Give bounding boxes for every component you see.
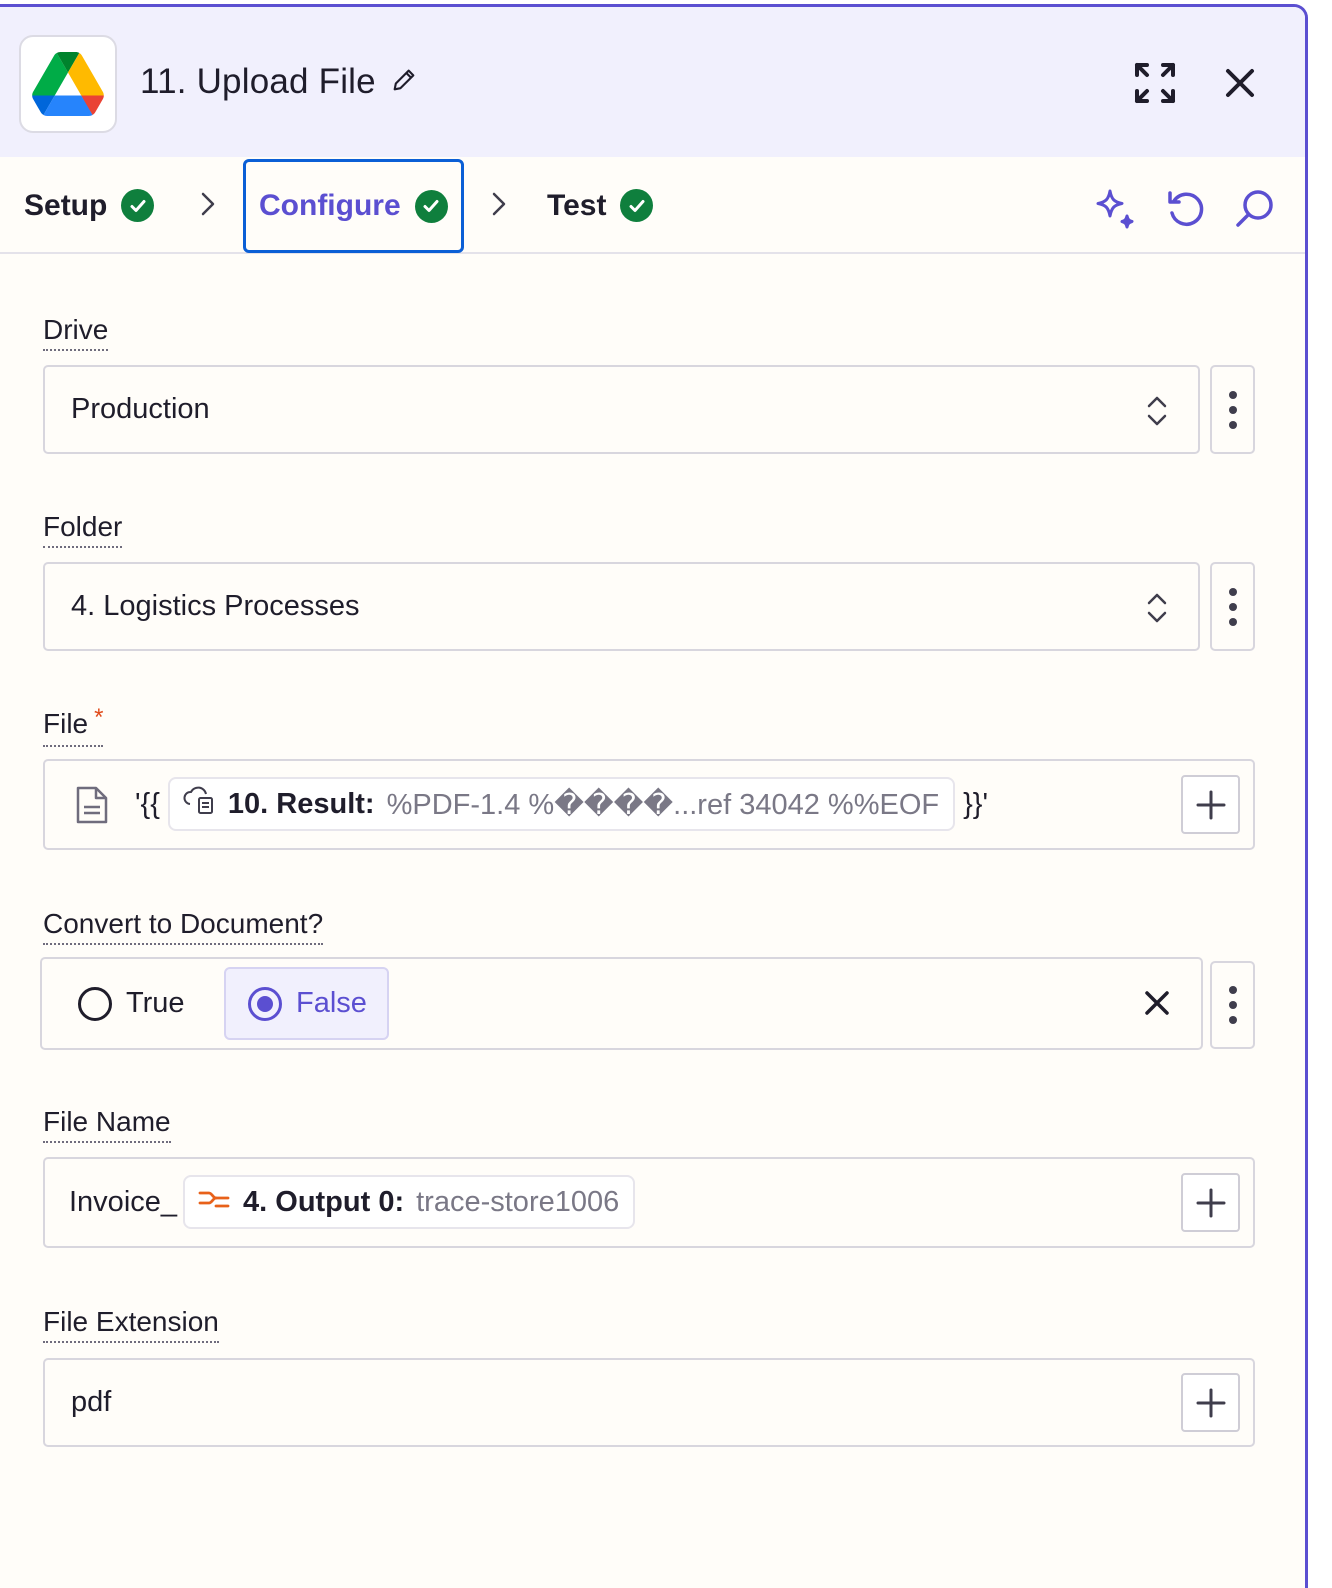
file-extension-value: pdf xyxy=(71,1386,112,1418)
file-name-label-text: File Name xyxy=(43,1106,171,1137)
file-name-mapped-pill[interactable]: 4. Output 0: trace-store1006 xyxy=(183,1175,636,1229)
expand-icon[interactable] xyxy=(1131,59,1179,107)
plus-icon xyxy=(1196,1188,1225,1217)
tab-label: Test xyxy=(547,188,607,222)
webhook-icon xyxy=(182,784,216,824)
google-drive-icon xyxy=(19,35,117,133)
close-icon[interactable] xyxy=(1216,59,1264,107)
chevron-right-icon xyxy=(492,192,506,216)
radio-label-false: False xyxy=(296,987,367,1019)
file-mapped-pill[interactable]: 10. Result: %PDF-1.4 %����...ref 34042 %… xyxy=(167,777,956,831)
search-icon[interactable] xyxy=(1231,185,1279,233)
kebab-dot xyxy=(1228,986,1237,994)
radio-selected-icon xyxy=(248,986,282,1021)
panel-header: 11. Upload File xyxy=(0,7,1305,157)
tab-configure[interactable]: Configure xyxy=(243,159,464,253)
file-pill-value: %PDF-1.4 %����...ref 34042 %%EOF xyxy=(386,788,940,821)
tab-setup[interactable]: Setup xyxy=(24,157,155,254)
kebab-dot xyxy=(1228,390,1237,399)
folder-more-button[interactable] xyxy=(1210,562,1255,651)
required-asterisk: * xyxy=(94,704,104,731)
kebab-dot xyxy=(1228,405,1237,414)
file-name-prefix: Invoice_ xyxy=(69,1185,178,1218)
chevron-right-icon xyxy=(201,192,215,216)
check-circle-icon xyxy=(620,189,654,222)
radio-option-false[interactable]: False xyxy=(224,967,389,1040)
plus-icon xyxy=(1196,790,1225,819)
chevron-up-down-icon xyxy=(1147,593,1167,623)
kebab-dot xyxy=(1228,1016,1237,1024)
convert-radio-group: True False xyxy=(40,957,1203,1050)
convert-more-button[interactable] xyxy=(1210,961,1255,1049)
folder-label-text: Folder xyxy=(43,511,123,542)
radio-label-true: True xyxy=(126,987,185,1019)
file-prefix: '{{ xyxy=(135,787,160,820)
file-name-label: File Name xyxy=(43,1107,171,1143)
title-group: 11. Upload File xyxy=(140,62,418,102)
drive-value: Production xyxy=(71,393,210,425)
check-circle-icon xyxy=(414,189,448,223)
kebab-dot xyxy=(1228,602,1237,611)
file-extension-label-text: File Extension xyxy=(43,1306,219,1337)
undo-icon[interactable] xyxy=(1162,185,1210,233)
tab-test[interactable]: Test xyxy=(547,157,654,254)
file-name-pill-step: 4. Output 0: xyxy=(243,1185,405,1218)
folder-select[interactable]: 4. Logistics Processes xyxy=(43,562,1200,651)
radio-circle-icon xyxy=(78,986,112,1021)
file-name-insert-data-button[interactable] xyxy=(1181,1173,1240,1232)
kebab-dot xyxy=(1228,587,1237,596)
file-pill-step: 10. Result: xyxy=(227,787,375,820)
document-icon xyxy=(75,785,109,830)
tab-label: Configure xyxy=(259,189,401,222)
file-name-value-group: Invoice_ 4. Output 0: trace-store1006 xyxy=(69,1175,636,1229)
pencil-icon[interactable] xyxy=(390,66,418,99)
file-label-text: File xyxy=(43,708,89,739)
convert-label-text: Convert to Document? xyxy=(43,908,324,939)
file-name-pill-value: trace-store1006 xyxy=(416,1185,620,1218)
file-name-input[interactable]: Invoice_ 4. Output 0: trace-store1006 xyxy=(43,1157,1255,1248)
convert-label: Convert to Document? xyxy=(43,908,324,945)
file-extension-insert-data-button[interactable] xyxy=(1181,1373,1240,1432)
sparkle-icon[interactable] xyxy=(1090,185,1138,233)
file-extension-input[interactable]: pdf xyxy=(43,1358,1255,1447)
drive-label: Drive xyxy=(43,314,109,351)
kebab-dot xyxy=(1228,420,1237,429)
step-tabs: Setup Configure Test xyxy=(0,157,1305,254)
drive-more-button[interactable] xyxy=(1210,365,1255,454)
radio-option-true[interactable]: True xyxy=(78,967,185,1040)
drive-label-text: Drive xyxy=(43,314,109,345)
file-input[interactable]: '{{ 10. Result: %PDF-1.4 %����...ref 340… xyxy=(43,759,1255,850)
plus-icon xyxy=(1196,1388,1225,1417)
tab-label: Setup xyxy=(24,188,108,222)
file-extension-label: File Extension xyxy=(43,1307,219,1343)
check-circle-icon xyxy=(121,189,155,222)
google-drive-logo xyxy=(32,52,104,116)
folder-value: 4. Logistics Processes xyxy=(71,590,360,622)
file-insert-data-button[interactable] xyxy=(1181,775,1240,834)
kebab-dot xyxy=(1228,1001,1237,1009)
step-title[interactable]: 11. Upload File xyxy=(140,62,376,102)
kebab-dot xyxy=(1228,617,1237,626)
step-editor-panel: 11. Upload File Setup Configure Test Dri… xyxy=(0,4,1308,1588)
file-suffix: }}' xyxy=(963,787,989,820)
file-value-group: '{{ 10. Result: %PDF-1.4 %����...ref 340… xyxy=(135,777,988,831)
formatter-icon xyxy=(197,1184,231,1220)
folder-label: Folder xyxy=(43,511,123,548)
chevron-up-down-icon xyxy=(1147,396,1167,426)
drive-select[interactable]: Production xyxy=(43,365,1200,454)
clear-icon[interactable] xyxy=(1141,987,1173,1019)
file-label: File * xyxy=(43,704,104,747)
